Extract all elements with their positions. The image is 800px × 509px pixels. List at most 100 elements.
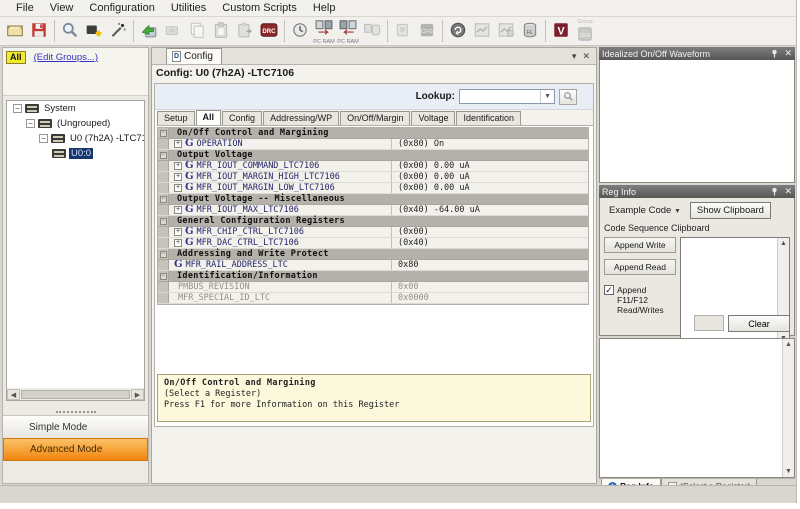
section-collapse-icon[interactable]: − <box>160 251 167 258</box>
tab-addressing-wp[interactable]: Addressing/WP <box>263 111 339 125</box>
register-value-cell[interactable]: (0x40) -64.00 uA <box>391 205 588 215</box>
tree-collapse-icon[interactable]: − <box>13 104 22 113</box>
tab-all[interactable]: All <box>196 110 222 125</box>
scroll-down-icon[interactable]: ▼ <box>783 466 794 477</box>
menu-custom-scripts[interactable]: Custom Scripts <box>214 1 305 15</box>
register-name-cell[interactable]: +GMFR_IOUT_MARGIN_LOW_LTC7106 <box>169 183 391 193</box>
append-write-button[interactable]: Append Write <box>604 237 676 253</box>
tree-node-label[interactable]: (Ungrouped) <box>55 118 112 129</box>
menu-view[interactable]: View <box>42 1 82 15</box>
pin-icon[interactable] <box>770 187 779 196</box>
write-chip-icon[interactable] <box>137 18 161 44</box>
section-header-addressing-and-write-protect[interactable]: −Addressing and Write Protect <box>158 249 588 260</box>
row-expand-icon[interactable]: + <box>174 228 182 236</box>
lookup-search-button[interactable] <box>559 89 577 105</box>
tree-horizontal-scrollbar[interactable]: ◀ ▶ <box>6 388 145 401</box>
row-expand-icon[interactable]: + <box>174 173 182 181</box>
add-device-icon[interactable] <box>82 18 106 44</box>
pc-to-ram-icon[interactable]: PC RAM <box>312 18 336 44</box>
register-row-mfr-rail-address-ltc[interactable]: GMFR_RAIL_ADDRESS_LTC0x80 <box>158 260 588 271</box>
register-name-cell[interactable]: +GMFR_IOUT_COMMAND_LTC7106 <box>169 161 391 171</box>
advanced-mode-button[interactable]: Advanced Mode <box>3 438 148 461</box>
section-header-output-voltage[interactable]: −Output Voltage <box>158 150 588 161</box>
wizard-icon[interactable] <box>106 18 130 44</box>
register-value-cell[interactable]: (0x80) On <box>391 139 588 149</box>
tree-node-u0-7h2a-ltc7106[interactable]: − U0 (7h2A) -LTC7106 <box>7 131 144 146</box>
edit-groups-link[interactable]: (Edit Groups...) <box>34 52 98 63</box>
scroll-right-icon[interactable]: ▶ <box>131 389 144 400</box>
close-icon[interactable]: ✕ <box>784 49 792 58</box>
append-read-button[interactable]: Append Read <box>604 259 676 275</box>
menu-help[interactable]: Help <box>305 1 344 15</box>
example-code-viewer[interactable]: ▲ ▼ <box>599 338 795 478</box>
pane-close-icon[interactable]: ✕ <box>582 51 590 62</box>
tree-node-u0-0[interactable]: U0:0 <box>7 146 144 161</box>
section-collapse-icon[interactable]: − <box>160 152 167 159</box>
register-name-cell[interactable]: +GMFR_IOUT_MAX_LTC7106 <box>169 205 391 215</box>
register-name-cell[interactable]: GMFR_RAIL_ADDRESS_LTC <box>169 260 391 270</box>
register-row-mfr-iout-command-ltc7106[interactable]: +GMFR_IOUT_COMMAND_LTC7106(0x00) 0.00 uA <box>158 161 588 172</box>
save-file-icon[interactable] <box>27 18 51 44</box>
section-collapse-icon[interactable]: − <box>160 196 167 203</box>
simple-mode-button[interactable]: Simple Mode <box>3 415 148 438</box>
section-header-output-voltage-miscellaneous[interactable]: −Output Voltage -- Miscellaneous <box>158 194 588 205</box>
register-name-cell[interactable]: +GMFR_CHIP_CTRL_LTC7106 <box>169 227 391 237</box>
open-file-icon[interactable] <box>3 18 27 44</box>
register-value-cell[interactable]: (0x00) <box>391 227 588 237</box>
scroll-up-icon[interactable]: ▲ <box>783 339 794 350</box>
pin-icon[interactable] <box>770 49 779 58</box>
tree-collapse-icon[interactable]: − <box>26 119 35 128</box>
chevron-down-icon[interactable]: ▼ <box>540 90 554 103</box>
show-clipboard-button[interactable]: Show Clipboard <box>690 202 771 219</box>
config-document-tab[interactable]: D Config <box>166 48 222 64</box>
vout-scope-icon[interactable]: V <box>549 18 573 44</box>
register-value-cell[interactable]: 0x00 <box>391 282 588 292</box>
tab-config[interactable]: Config <box>222 111 262 125</box>
tab-setup[interactable]: Setup <box>157 111 195 125</box>
clear-button[interactable]: Clear <box>728 315 790 332</box>
fault-log-icon[interactable]: FL <box>518 18 542 44</box>
drc-icon[interactable]: DRC <box>257 18 281 44</box>
append-f11-f12-checkbox[interactable]: ✓ <box>604 285 614 295</box>
row-expand-icon[interactable]: + <box>174 206 182 214</box>
section-collapse-icon[interactable]: − <box>160 218 167 225</box>
menu-file[interactable]: File <box>8 1 42 15</box>
register-value-cell[interactable]: 0x0000 <box>391 293 588 303</box>
section-header-identification-information[interactable]: −Identification/Information <box>158 271 588 282</box>
register-name-cell[interactable]: +GMFR_IOUT_MARGIN_HIGH_LTC7106 <box>169 172 391 182</box>
register-name-cell[interactable]: +GMFR_DAC_CTRL_LTC7106 <box>169 238 391 248</box>
register-name-cell[interactable]: PMBUS_REVISION <box>169 282 391 292</box>
register-row-mfr-iout-max-ltc7106[interactable]: +GMFR_IOUT_MAX_LTC7106(0x40) -64.00 uA <box>158 205 588 216</box>
register-row-operation[interactable]: +GOPERATION(0x80) On <box>158 139 588 150</box>
menu-configuration[interactable]: Configuration <box>81 1 162 15</box>
scroll-left-icon[interactable]: ◀ <box>7 389 20 400</box>
clock-icon[interactable] <box>288 18 312 44</box>
ram-to-pc-icon[interactable]: PC RAM <box>336 18 360 44</box>
all-groups-badge[interactable]: All <box>6 51 26 64</box>
register-value-cell[interactable]: (0x00) 0.00 uA <box>391 161 588 171</box>
tree-node-label[interactable]: System <box>42 103 78 114</box>
scroll-up-icon[interactable]: ▲ <box>778 238 789 249</box>
register-name-cell[interactable]: +GOPERATION <box>169 139 391 149</box>
menu-utilities[interactable]: Utilities <box>163 1 214 15</box>
row-expand-icon[interactable]: + <box>174 140 182 148</box>
register-row-mfr-iout-margin-low-ltc7106[interactable]: +GMFR_IOUT_MARGIN_LOW_LTC7106(0x00) 0.00… <box>158 183 588 194</box>
unlabeled-button[interactable] <box>694 315 724 331</box>
section-header-general-configuration-registers[interactable]: −General Configuration Registers <box>158 216 588 227</box>
tab-on-off-margin[interactable]: On/Off/Margin <box>340 111 410 125</box>
register-row-mfr-chip-ctrl-ltc7106[interactable]: +GMFR_CHIP_CTRL_LTC7106(0x00) <box>158 227 588 238</box>
tab-identification[interactable]: Identification <box>456 111 521 125</box>
code-scrollbar[interactable]: ▲ ▼ <box>782 339 794 477</box>
tree-node-label[interactable]: U0:0 <box>69 148 93 159</box>
tree-node-label[interactable]: U0 (7h2A) -LTC7106 <box>68 133 145 144</box>
register-row-mfr-special-id-ltc[interactable]: MFR_SPECIAL_ID_LTC0x0000 <box>158 293 588 304</box>
find-icon[interactable] <box>58 18 82 44</box>
section-collapse-icon[interactable]: − <box>160 273 167 280</box>
tab-voltage[interactable]: Voltage <box>411 111 455 125</box>
pane-menu-icon[interactable]: ▾ <box>572 51 577 62</box>
register-row-mfr-iout-margin-high-ltc7106[interactable]: +GMFR_IOUT_MARGIN_HIGH_LTC7106(0x00) 0.0… <box>158 172 588 183</box>
register-row-pmbus-revision[interactable]: PMBUS_REVISION0x00 <box>158 282 588 293</box>
register-value-cell[interactable]: (0x00) 0.00 uA <box>391 183 588 193</box>
scrollbar-thumb[interactable] <box>21 390 130 399</box>
tree-collapse-icon[interactable]: − <box>39 134 48 143</box>
